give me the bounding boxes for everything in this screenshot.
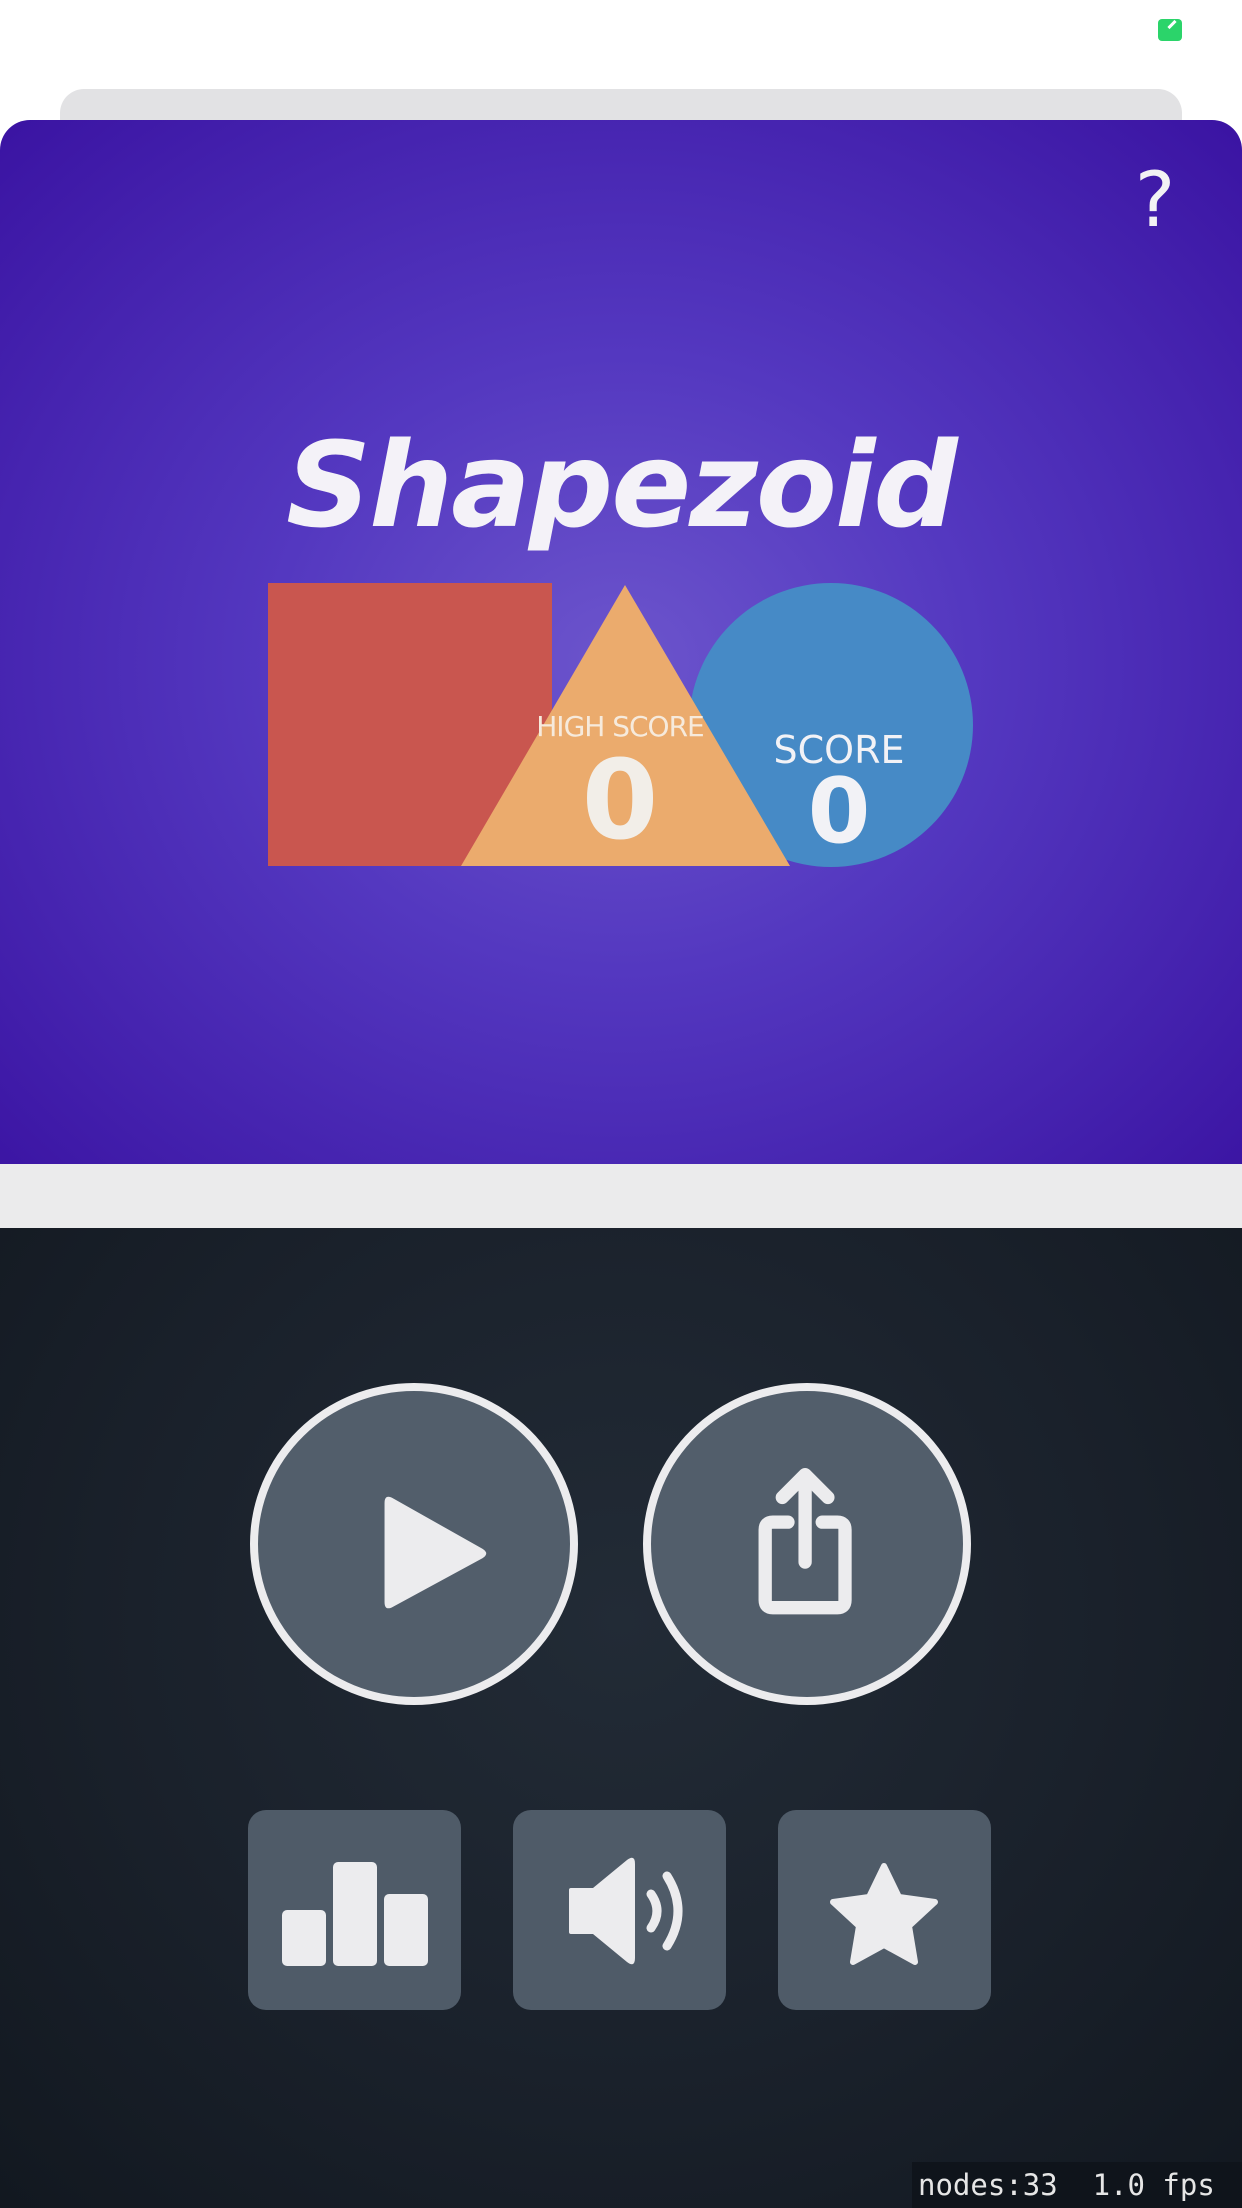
play-button[interactable] <box>250 1383 578 1705</box>
high-score-value: 0 <box>581 736 659 864</box>
game-panel: ? Shapezoid HIGH SCORE 0 SCORE 0 <box>0 120 1242 1164</box>
sound-button[interactable] <box>513 1810 726 2010</box>
debug-stats: nodes:33 1.0 fps <box>912 2162 1242 2208</box>
leaderboard-button[interactable] <box>248 1810 461 2010</box>
status-indicator <box>1158 19 1182 41</box>
rate-button[interactable] <box>778 1810 991 2010</box>
speaker-icon <box>569 1857 683 1965</box>
controls-panel <box>0 1228 1242 2208</box>
divider-strip <box>0 1164 1242 1228</box>
score-value: 0 <box>807 759 871 864</box>
share-icon <box>758 1467 852 1615</box>
star-icon <box>830 1863 938 1965</box>
play-icon <box>384 1493 487 1609</box>
logo-triangle <box>461 585 790 866</box>
leaderboard-icon <box>282 1862 428 1966</box>
share-button[interactable] <box>643 1383 971 1705</box>
